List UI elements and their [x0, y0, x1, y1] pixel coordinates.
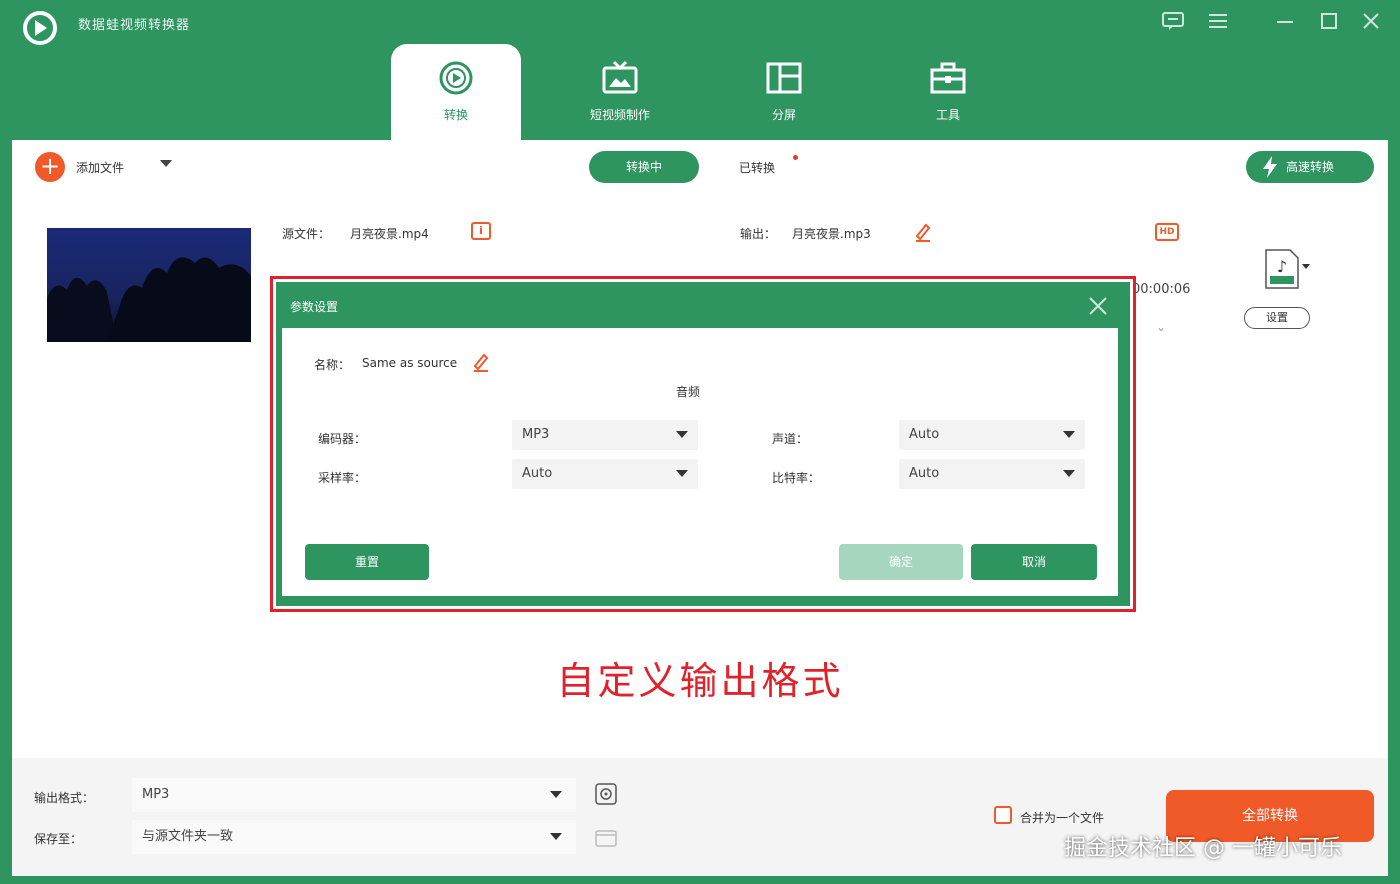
samplerate-value: Auto [522, 466, 553, 481]
edit-icon[interactable] [472, 352, 490, 372]
toolbox-icon [930, 62, 966, 94]
format-settings-icon[interactable] [594, 782, 618, 806]
ok-button[interactable]: 确定 [839, 544, 963, 580]
output-label: 输出： [740, 227, 777, 241]
save-to-label: 保存至： [34, 832, 83, 846]
chevron-down-icon [1063, 431, 1075, 438]
bitrate-value: Auto [909, 466, 940, 481]
tab-label: 工具 [935, 108, 960, 122]
tree-silhouette [47, 257, 251, 342]
channel-label: 声道： [772, 432, 809, 446]
source-file-label: 源文件： [282, 227, 331, 241]
section-title: 音频 [676, 385, 701, 399]
app-title: 数据蛙视频转换器 [78, 18, 191, 33]
speed-convert-button[interactable]: 高速转换 [1246, 151, 1374, 183]
add-file-dropdown-icon[interactable] [160, 160, 172, 167]
chevron-down-icon [1063, 470, 1075, 477]
minimize-icon[interactable] [1272, 8, 1298, 34]
tab-converted[interactable]: 已转换 [739, 159, 775, 176]
name-value: Same as source [362, 356, 458, 370]
save-to-value: 与源文件夹一致 [142, 829, 234, 844]
merge-checkbox[interactable] [994, 806, 1012, 824]
tab-label: 短视频制作 [589, 108, 650, 122]
tab-label: 分屏 [771, 108, 796, 122]
source-file-name: 月亮夜景.mp4 [350, 227, 429, 241]
add-file-button[interactable]: + [35, 152, 65, 182]
output-format-value: MP3 [142, 787, 170, 802]
hd-icon[interactable]: HD [1155, 223, 1179, 241]
feedback-icon[interactable] [1160, 8, 1186, 34]
info-icon[interactable]: i [471, 222, 491, 240]
duration: 00:00:06 [1132, 282, 1191, 297]
tab-converting[interactable]: 转换中 [589, 151, 699, 183]
convert-icon [439, 61, 473, 95]
format-dropdown-icon[interactable] [1302, 264, 1310, 269]
chevron-down-icon [550, 791, 562, 798]
edit-icon[interactable] [914, 222, 932, 242]
chevron-down-icon [550, 833, 562, 840]
dialog-body: 名称： Same as source 音频 编码器： MP3 声道： Auto … [282, 328, 1118, 596]
plus-icon: + [39, 152, 61, 180]
svg-text:♪: ♪ [1277, 257, 1287, 276]
video-thumbnail[interactable] [47, 228, 251, 342]
samplerate-select[interactable]: Auto [512, 459, 698, 489]
chevron-down-icon[interactable]: ⌄ [1156, 320, 1176, 340]
notification-dot [793, 155, 798, 160]
cancel-button[interactable]: 取消 [971, 544, 1097, 580]
dialog-title: 参数设置 [290, 300, 339, 314]
tv-icon [602, 60, 638, 94]
menu-icon[interactable] [1205, 8, 1231, 34]
name-label: 名称： [314, 358, 351, 372]
close-icon[interactable] [1086, 294, 1110, 318]
encoder-label: 编码器： [318, 432, 367, 446]
encoder-value: MP3 [522, 427, 550, 442]
maximize-icon[interactable] [1316, 8, 1342, 34]
output-format-label: 输出格式： [34, 791, 95, 805]
tab-tools[interactable]: 工具 [883, 44, 1013, 140]
merge-label: 合并为一个文件 [1020, 811, 1105, 825]
tab-short-video[interactable]: 短视频制作 [555, 44, 685, 140]
encoder-select[interactable]: MP3 [512, 420, 698, 450]
samplerate-label: 采样率： [318, 471, 367, 485]
watermark: 掘金技术社区 @ 一罐小可乐 [1064, 836, 1342, 861]
close-icon[interactable] [1358, 8, 1384, 34]
split-screen-icon [766, 62, 802, 94]
title-bar: 数据蛙视频转换器 转换 短视频制作 分屏 工具 [0, 0, 1400, 140]
channel-select[interactable]: Auto [899, 420, 1085, 450]
output-file-name: 月亮夜景.mp3 [792, 227, 871, 241]
audio-file-icon[interactable]: ♪ [1264, 248, 1300, 290]
bitrate-select[interactable]: Auto [899, 459, 1085, 489]
bitrate-label: 比特率： [772, 471, 821, 485]
output-format-select[interactable]: MP3 [132, 778, 576, 812]
folder-icon[interactable] [594, 826, 618, 850]
caption-text: 自定义输出格式 [556, 659, 844, 703]
tab-convert[interactable]: 转换 [391, 44, 521, 140]
add-file-label[interactable]: 添加文件 [76, 159, 124, 176]
reset-button[interactable]: 重置 [305, 544, 429, 580]
chevron-down-icon [676, 470, 688, 477]
save-to-select[interactable]: 与源文件夹一致 [132, 820, 576, 854]
settings-button[interactable]: 设置 [1244, 307, 1310, 329]
tab-split-screen[interactable]: 分屏 [719, 44, 849, 140]
speed-convert-label: 高速转换 [1286, 160, 1335, 174]
dialog-header: 参数设置 [276, 282, 1130, 328]
lightning-icon [1263, 156, 1277, 178]
app-logo-icon [23, 11, 57, 45]
tab-label: 转换 [443, 108, 468, 122]
chevron-down-icon [676, 431, 688, 438]
settings-dialog: 参数设置 名称： Same as source 音频 编码器： MP3 声道： … [276, 282, 1130, 606]
channel-value: Auto [909, 427, 940, 442]
